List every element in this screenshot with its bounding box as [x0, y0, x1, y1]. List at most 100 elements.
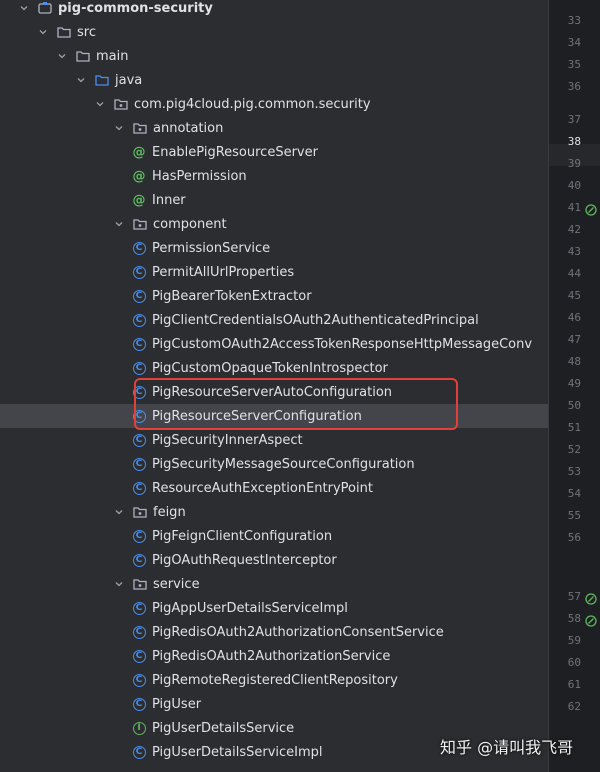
class-icon: C: [132, 481, 146, 495]
tree-item[interactable]: C PigOAuthRequestInterceptor: [0, 548, 548, 572]
tree-item[interactable]: service: [0, 572, 548, 596]
class-icon: C: [132, 697, 146, 711]
tree-item[interactable]: C PigSecurityMessageSourceConfiguration: [0, 452, 548, 476]
source-folder-icon: [95, 73, 109, 87]
chevron-down-icon[interactable]: [75, 74, 87, 86]
tree-item-label: PigOAuthRequestInterceptor: [152, 552, 337, 568]
tree-item[interactable]: C PigRedisOAuth2AuthorizationConsentServi…: [0, 620, 548, 644]
tree-item-label: PigCustomOpaqueTokenIntrospector: [152, 360, 388, 376]
line-number: 53: [567, 465, 581, 478]
chevron-down-icon[interactable]: [18, 2, 30, 14]
line-number: 34: [567, 36, 581, 49]
line-number: 49: [567, 377, 581, 390]
class-icon: C: [132, 433, 146, 447]
package-icon: [133, 121, 147, 135]
tree-item[interactable]: java: [0, 68, 548, 92]
chevron-down-icon[interactable]: [94, 98, 106, 110]
editor-gutter: 33 34 35 36 37 38 39 40 41 42 43 44 45 46 47 48 49 50 51 52…: [548, 0, 600, 772]
class-icon: C: [132, 673, 146, 687]
tree-item-label: PigBearerTokenExtractor: [152, 288, 312, 304]
tree-item[interactable]: @ Inner: [0, 188, 548, 212]
line-number: 40: [567, 179, 581, 192]
tree-item-label: PigUserDetailsService: [152, 720, 295, 736]
class-icon: C: [132, 289, 146, 303]
tree-item-label: HasPermission: [152, 168, 247, 184]
tree-item[interactable]: C PigCustomOpaqueTokenIntrospector: [0, 356, 548, 380]
tree-item-label: component: [153, 216, 227, 232]
chevron-down-icon[interactable]: [113, 122, 125, 134]
tree-item-label: PermitAllUrlProperties: [152, 264, 295, 280]
tree-item[interactable]: com.pig4cloud.pig.common.security: [0, 92, 548, 116]
line-number: 57: [567, 590, 581, 604]
line-number: 43: [567, 245, 581, 258]
tree-item[interactable]: pig-common-security: [0, 0, 548, 20]
chevron-down-icon[interactable]: [113, 578, 125, 590]
tree-item[interactable]: C PigUser: [0, 692, 548, 716]
annotation-icon: @: [132, 192, 146, 208]
package-icon: [114, 97, 128, 111]
line-number: 59: [567, 634, 581, 648]
package-icon: [133, 217, 147, 231]
chevron-down-icon[interactable]: [113, 506, 125, 518]
tree-item[interactable]: C PigCustomOAuth2AccessTokenResponseHttpM…: [0, 332, 548, 356]
bean-marker-icon[interactable]: [585, 590, 597, 606]
chevron-down-icon[interactable]: [37, 26, 49, 38]
tree-item[interactable]: C PigBearerTokenExtractor: [0, 284, 548, 308]
tree-item-label: ResourceAuthExceptionEntryPoint: [152, 480, 373, 496]
line-number: 36: [567, 80, 581, 93]
annotation-icon: @: [132, 168, 146, 184]
module-icon: [38, 1, 52, 15]
tree-item-label: java: [115, 72, 143, 88]
line-number: 48: [567, 355, 581, 368]
bean-marker-icon[interactable]: [585, 201, 597, 216]
line-number: 58: [567, 612, 581, 626]
tree-item-label: PigSecurityMessageSourceConfiguration: [152, 456, 415, 472]
line-number: 60: [567, 656, 581, 670]
tree-item-label: src: [77, 24, 96, 40]
tree-item[interactable]: @ HasPermission: [0, 164, 548, 188]
tree-item[interactable]: src: [0, 20, 548, 44]
annotation-icon: @: [132, 144, 146, 160]
tree-item[interactable]: C PigClientCredentialsOAuth2Authenticated…: [0, 308, 548, 332]
tree-item[interactable]: feign: [0, 500, 548, 524]
tree-item[interactable]: C PigSecurityInnerAspect: [0, 428, 548, 452]
chevron-down-icon[interactable]: [56, 50, 68, 62]
line-number: 39: [567, 157, 581, 170]
line-number: 33: [567, 14, 581, 27]
tree-item-label: PigUserDetailsServiceImpl: [152, 744, 323, 760]
line-number: 35: [567, 58, 581, 71]
bean-marker-icon[interactable]: [585, 612, 597, 628]
tree-item[interactable]: C PigRemoteRegisteredClientRepository: [0, 668, 548, 692]
package-icon: [133, 505, 147, 519]
line-number: 54: [567, 487, 581, 500]
line-number: 47: [567, 333, 581, 346]
tree-item-label: annotation: [153, 120, 224, 136]
tree-item-label: PigRedisOAuth2AuthorizationConsentServic…: [152, 624, 444, 640]
class-icon: C: [132, 625, 146, 639]
line-number: 44: [567, 267, 581, 280]
tree-item[interactable]: C PermitAllUrlProperties: [0, 260, 548, 284]
class-icon: C: [132, 361, 146, 375]
folder-icon: [57, 25, 71, 39]
tree-item-label: PigAppUserDetailsServiceImpl: [152, 600, 348, 616]
line-number: 61: [567, 678, 581, 692]
tree-item-label: PigRedisOAuth2AuthorizationService: [152, 648, 391, 664]
chevron-down-icon[interactable]: [113, 218, 125, 230]
tree-item[interactable]: @ EnablePigResourceServer: [0, 140, 548, 164]
tree-item[interactable]: annotation: [0, 116, 548, 140]
tree-item[interactable]: C PigRedisOAuth2AuthorizationService: [0, 644, 548, 668]
tree-item[interactable]: C PermissionService: [0, 236, 548, 260]
tree-item-label: PigUser: [152, 696, 202, 712]
tree-item[interactable]: C PigAppUserDetailsServiceImpl: [0, 596, 548, 620]
tree-item[interactable]: C ResourceAuthExceptionEntryPoint: [0, 476, 548, 500]
line-number: 51: [567, 421, 581, 434]
tree-item[interactable]: main: [0, 44, 548, 68]
tree-item[interactable]: C PigFeignClientConfiguration: [0, 524, 548, 548]
class-icon: C: [132, 337, 146, 351]
class-icon: C: [132, 601, 146, 615]
tree-item-label: PermissionService: [152, 240, 271, 256]
line-number: 50: [567, 399, 581, 412]
class-icon: C: [132, 265, 146, 279]
tree-item-label: pig-common-security: [58, 0, 213, 16]
tree-item[interactable]: component: [0, 212, 548, 236]
